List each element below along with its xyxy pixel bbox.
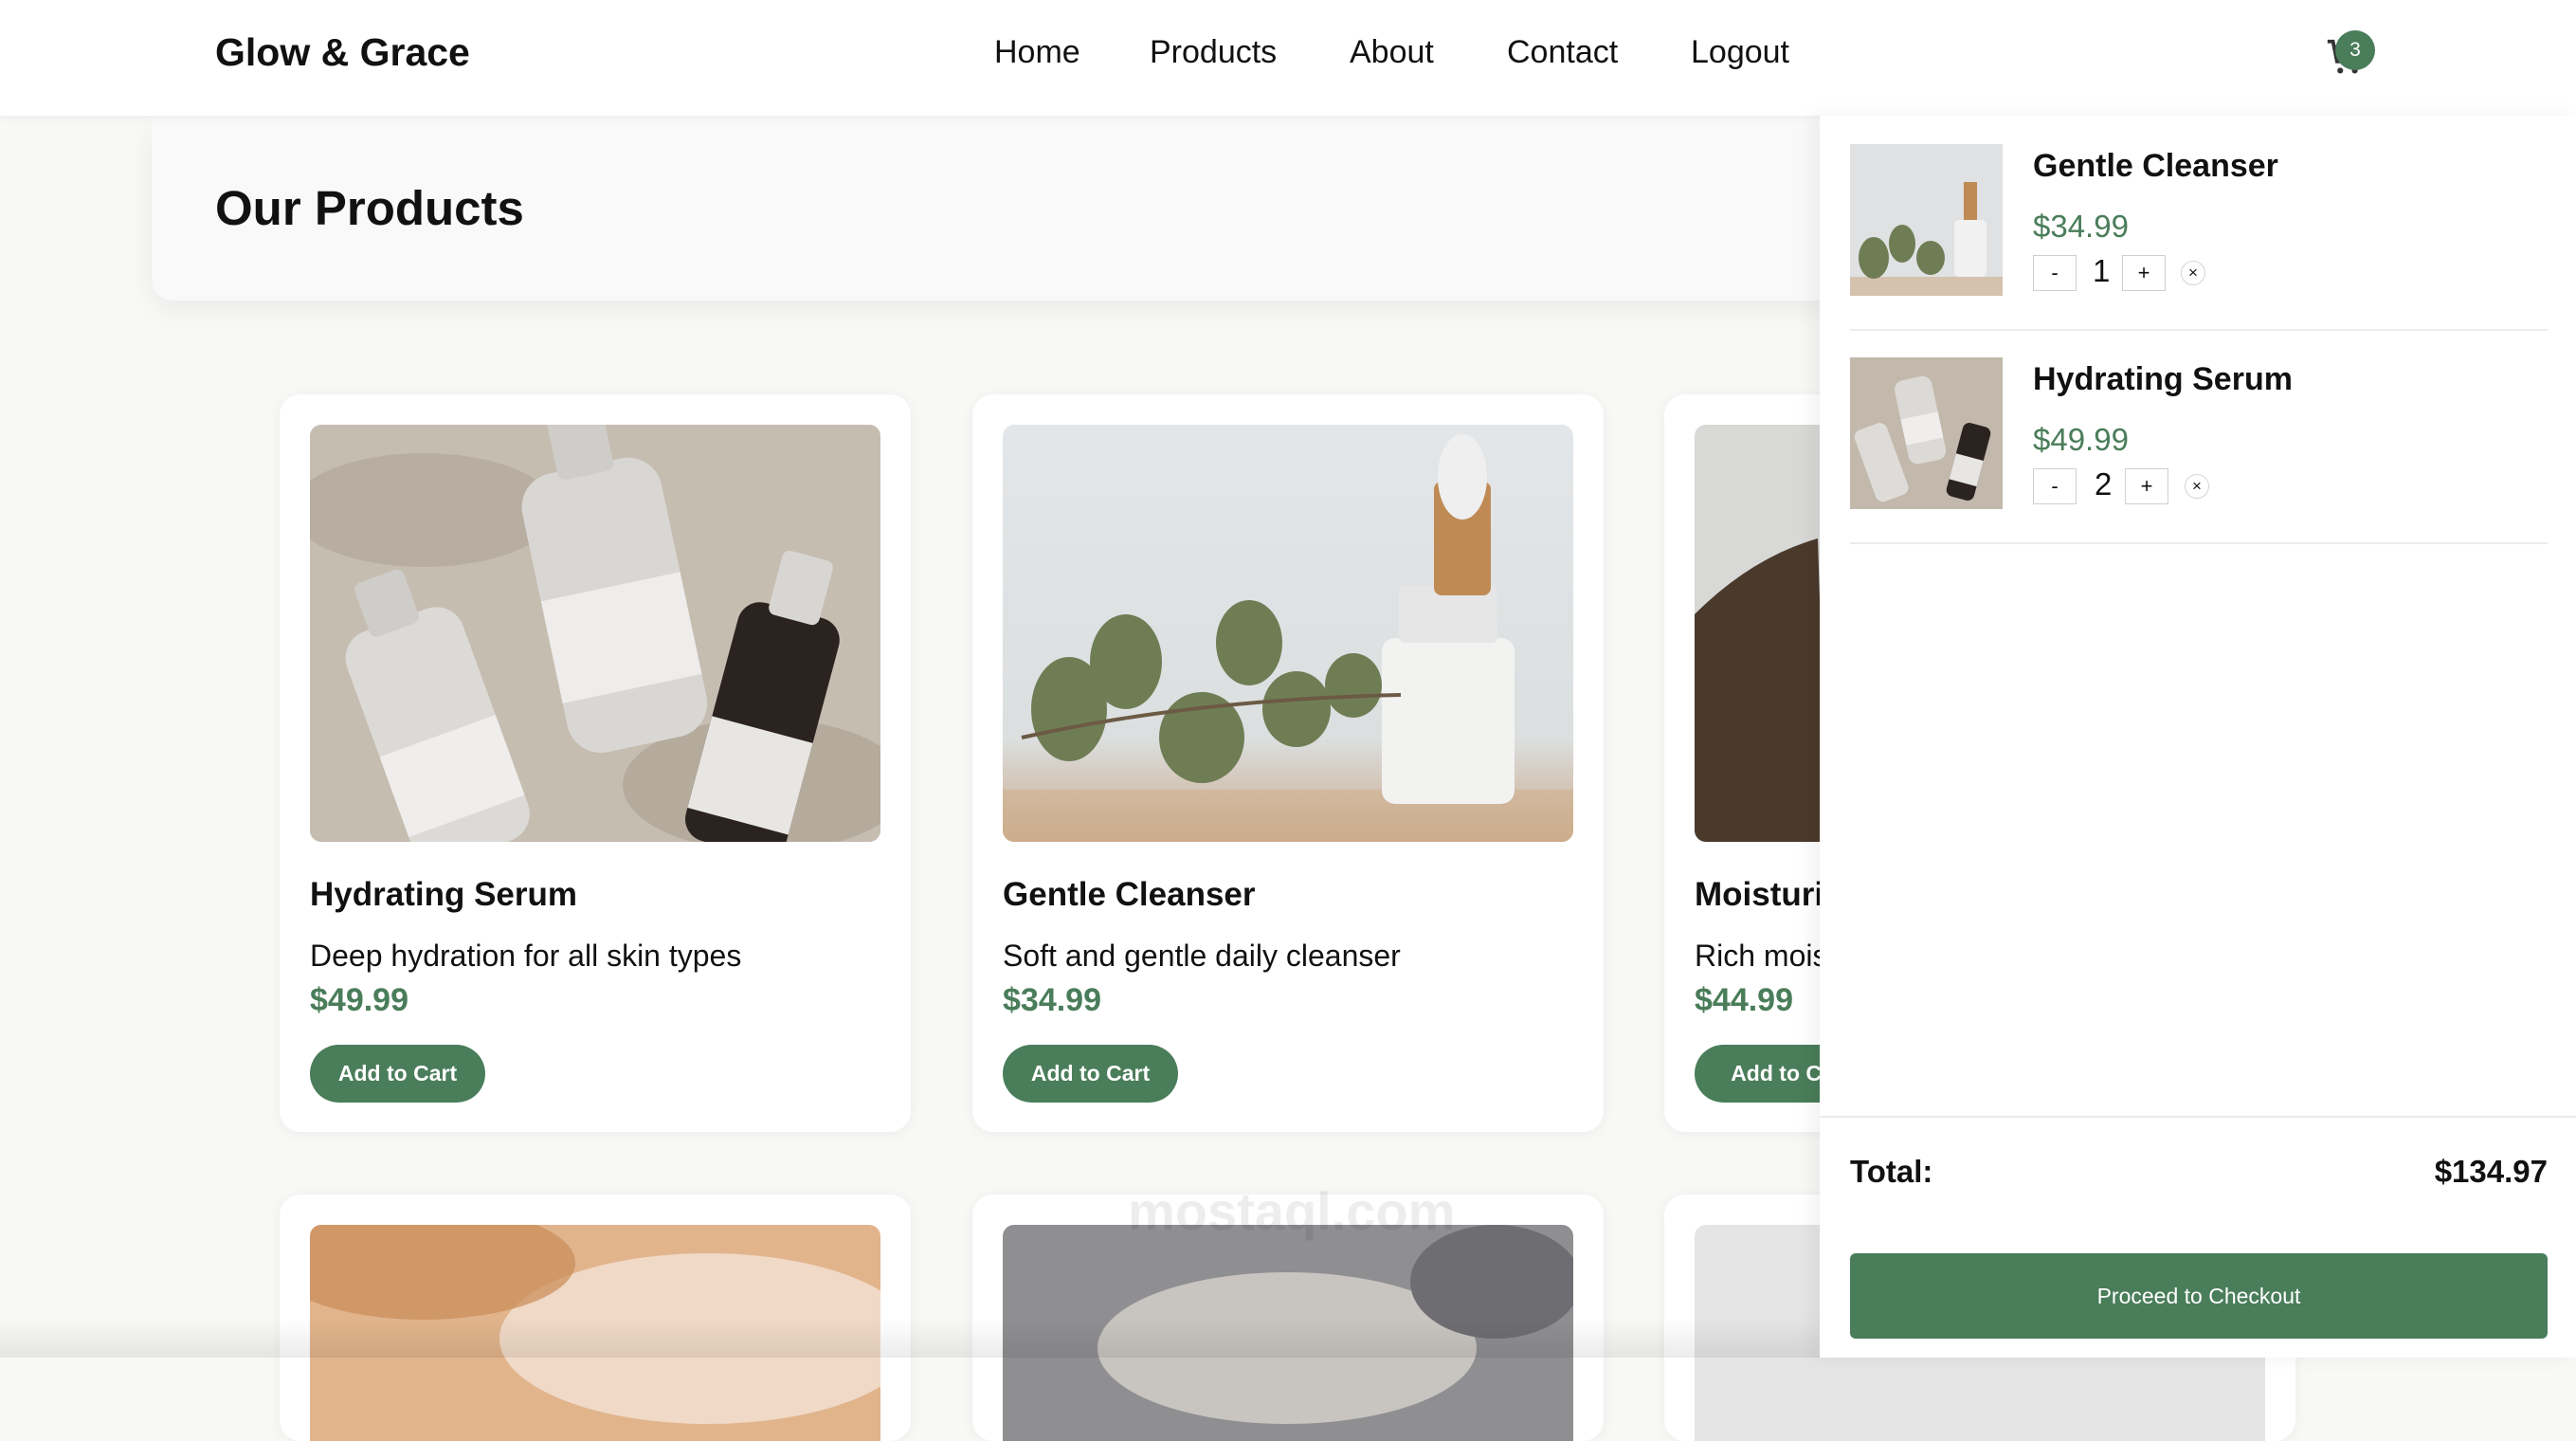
remove-item-button[interactable]: × <box>2181 261 2205 285</box>
watermark: mostaql.com <box>1128 1181 1456 1241</box>
products-hero: Our Products <box>152 116 2047 301</box>
quantity-value: 2 <box>2095 466 2113 502</box>
product-price: $49.99 <box>310 982 408 1018</box>
cart-item-price: $49.99 <box>2033 422 2129 457</box>
cart-item-name: Gentle Cleanser <box>2033 148 2278 184</box>
increase-quantity-button[interactable]: + <box>2122 255 2166 291</box>
decrease-quantity-button[interactable]: - <box>2033 468 2077 504</box>
cart-item-price: $34.99 <box>2033 209 2129 244</box>
total-value: $134.97 <box>2434 1154 2548 1189</box>
product-name: Moisturi <box>1695 876 1824 913</box>
product-description: Soft and gentle daily cleanser <box>1003 939 1401 973</box>
cart-total-row: Total: $134.97 <box>1820 1116 2576 1222</box>
product-price: $44.99 <box>1695 982 1793 1018</box>
cart-item: Hydrating Serum $49.99 - 2 + × <box>1850 329 2548 544</box>
site-header: Glow & Grace Home Products About Contact… <box>0 0 2576 116</box>
bottom-shadow <box>0 1318 1820 1358</box>
product-image[interactable] <box>1003 425 1573 842</box>
product-name: Hydrating Serum <box>310 876 577 913</box>
nav-about[interactable]: About <box>1350 34 1434 71</box>
product-description: Deep hydration for all skin types <box>310 939 742 973</box>
increase-quantity-button[interactable]: + <box>2125 468 2168 504</box>
cart-item: Gentle Cleanser $34.99 - 1 + × <box>1850 116 2548 331</box>
product-card: Hydrating Serum Deep hydration for all s… <box>280 394 911 1132</box>
cart-item-image <box>1850 357 2003 509</box>
product-description: Rich mois <box>1695 939 1828 973</box>
checkout-button[interactable]: Proceed to Checkout <box>1850 1253 2548 1339</box>
nav-products[interactable]: Products <box>1150 34 1277 71</box>
quantity-value: 1 <box>2093 253 2111 288</box>
brand-logo[interactable]: Glow & Grace <box>215 30 470 75</box>
page-title: Our Products <box>215 181 524 235</box>
decrease-quantity-button[interactable]: - <box>2033 255 2077 291</box>
add-to-cart-button[interactable]: Add to Cart <box>310 1045 485 1103</box>
add-to-cart-button[interactable]: Add to Cart <box>1003 1045 1178 1103</box>
product-card: Gentle Cleanser Soft and gentle daily cl… <box>972 394 1604 1132</box>
nav-home[interactable]: Home <box>994 34 1080 71</box>
total-label: Total: <box>1850 1154 1933 1189</box>
nav-logout[interactable]: Logout <box>1691 34 1789 71</box>
product-name: Gentle Cleanser <box>1003 876 1256 913</box>
nav-contact[interactable]: Contact <box>1507 34 1618 71</box>
product-price: $34.99 <box>1003 982 1101 1018</box>
cart-count-badge[interactable]: 3 <box>2335 30 2375 70</box>
cart-item-name: Hydrating Serum <box>2033 361 2293 397</box>
product-image[interactable] <box>310 425 880 842</box>
remove-item-button[interactable]: × <box>2185 474 2209 499</box>
cart-sidebar: Gentle Cleanser $34.99 - 1 + × Hydrating… <box>1820 116 2576 1358</box>
cart-item-image <box>1850 144 2003 296</box>
